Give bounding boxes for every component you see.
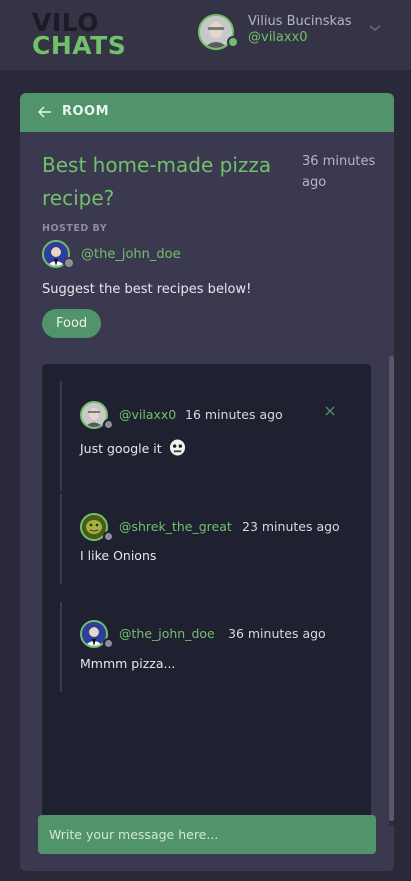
- user-handle[interactable]: @vilaxx0: [248, 30, 308, 45]
- message-time: 23 minutes ago: [242, 519, 340, 534]
- message-status-dot: [103, 419, 114, 430]
- room-created-time: 36 minutes ago: [302, 154, 376, 190]
- message-item: @the_john_doe 36 minutes ago Mmmm pizza.…: [60, 602, 366, 692]
- message-item: @shrek_the_great 23 minutes ago I like O…: [60, 494, 366, 584]
- room-title: Best home-made pizza recipe?: [42, 153, 272, 210]
- room-panel: ROOM Best home-made pizza recipe? 36 min…: [20, 93, 394, 871]
- message-status-dot: [103, 531, 114, 542]
- host-status-dot: [63, 257, 75, 269]
- message-time: 16 minutes ago: [185, 407, 283, 422]
- message-input[interactable]: [38, 815, 376, 854]
- close-icon[interactable]: [324, 405, 336, 417]
- room-description: Suggest the best recipes below!: [42, 282, 252, 297]
- message-body: I like Onions: [80, 548, 157, 563]
- top-navbar: VILO CHATS Vilius Bucinskas @vilaxx0: [0, 0, 411, 71]
- message-body: Mmmm pizza...: [80, 656, 176, 671]
- message-author[interactable]: @vilaxx0: [119, 407, 176, 422]
- room-header-bar: ROOM: [20, 93, 394, 132]
- online-status-dot: [227, 36, 239, 48]
- host-handle[interactable]: @the_john_doe: [81, 247, 181, 262]
- app-logo[interactable]: VILO CHATS: [32, 10, 127, 60]
- conversation-panel: @vilaxx0 16 minutes ago Just google it @…: [42, 364, 371, 834]
- message-text: Just google it: [80, 441, 162, 456]
- arrow-left-icon[interactable]: [36, 103, 54, 121]
- message-status-dot: [103, 638, 114, 649]
- topic-tag[interactable]: Food: [42, 309, 102, 338]
- message-time: 36 minutes ago: [228, 626, 326, 641]
- scrollbar-thumb[interactable]: [389, 356, 394, 821]
- message-body: Just google it: [80, 439, 186, 456]
- chevron-down-icon[interactable]: [367, 20, 383, 36]
- message-author[interactable]: @shrek_the_great: [119, 519, 232, 534]
- logo-line-2: CHATS: [32, 31, 127, 60]
- hosted-by-label: HOSTED BY: [42, 223, 108, 234]
- message-author[interactable]: @the_john_doe: [119, 626, 215, 641]
- user-name[interactable]: Vilius Bucinskas: [248, 14, 352, 29]
- room-back-label[interactable]: ROOM: [62, 104, 109, 119]
- message-item: @vilaxx0 16 minutes ago Just google it: [60, 381, 366, 491]
- ghost-emoji-icon: [169, 439, 185, 456]
